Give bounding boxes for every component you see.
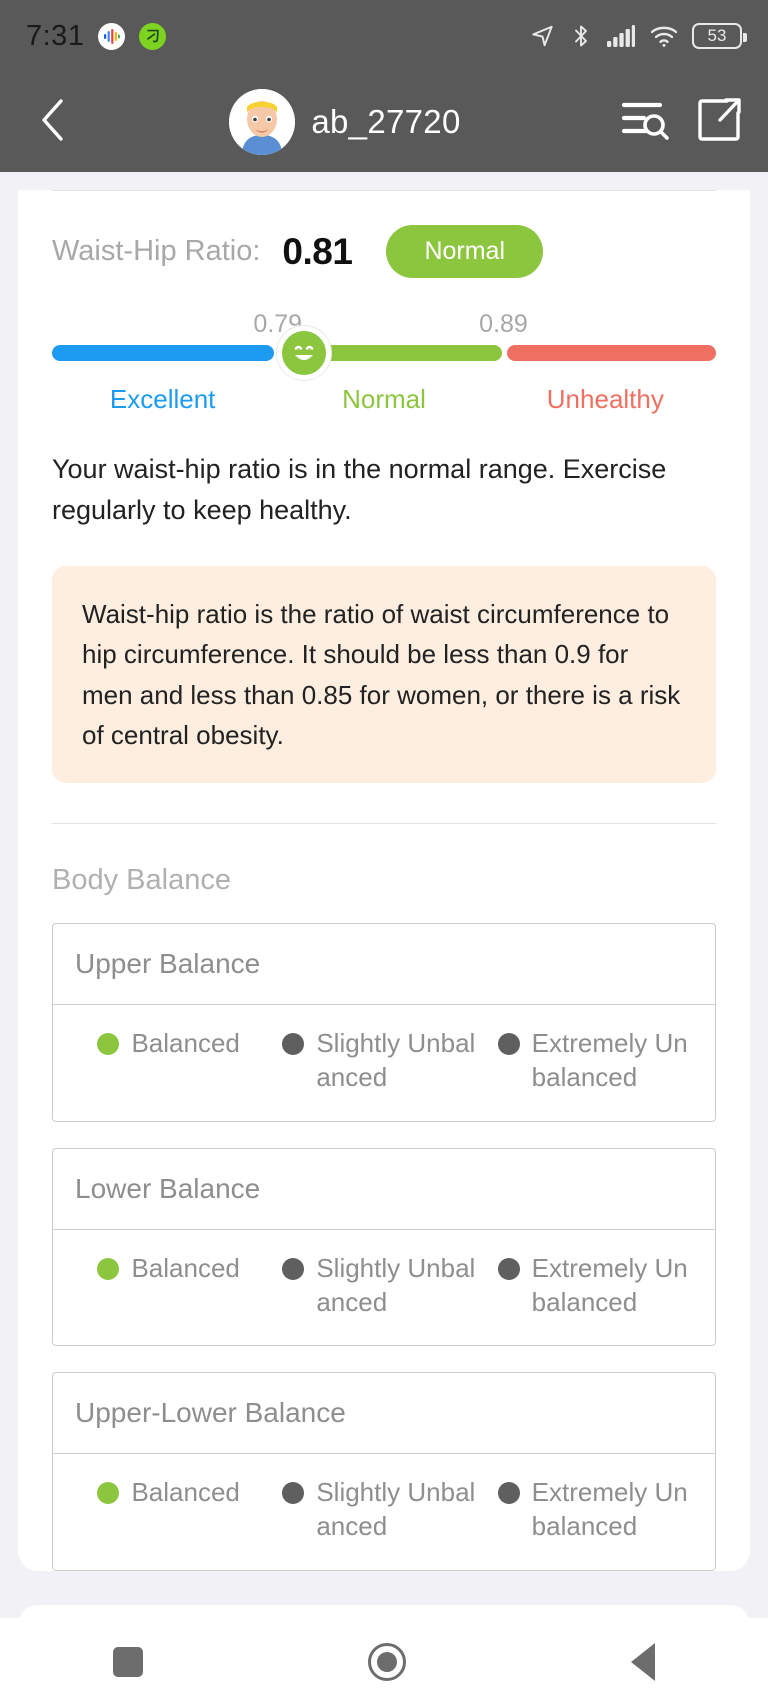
waist-hip-range-bar (52, 326, 716, 380)
balance-option-label: Balanced (131, 1477, 240, 1508)
balance-option[interactable]: Slightly Unbalanced (276, 1252, 491, 1320)
body-balance-section-title: Body Balance (52, 864, 231, 897)
app-header: ab_27720 (0, 72, 768, 172)
waist-hip-label: Waist-Hip Ratio: (52, 235, 261, 267)
balance-card-title: Upper Balance (53, 924, 715, 1006)
balance-option-label: Slightly Unbalanced (316, 1252, 476, 1317)
filter-search-icon[interactable] (620, 97, 670, 148)
status-bar-clock: 7:31 (26, 19, 85, 52)
balance-option[interactable]: Balanced (61, 1027, 276, 1095)
triangle-back-icon[interactable] (631, 1643, 656, 1681)
cellular-signal-icon (606, 23, 636, 49)
balance-option[interactable]: Balanced (61, 1252, 276, 1320)
balance-card-upper-lower: Upper-Lower Balance Balanced Slightly Un… (52, 1372, 716, 1571)
range-high-value: 0.89 (479, 310, 528, 338)
balance-option[interactable]: Extremely Unbalanced (492, 1252, 707, 1320)
wise-icon: 刁 (139, 22, 167, 50)
balance-option[interactable]: Balanced (61, 1476, 276, 1544)
waist-hip-zone-labels: Excellent Normal Unhealthy (52, 384, 716, 415)
waist-hip-header: Waist-Hip Ratio: 0.81 Normal (52, 191, 716, 278)
status-dot-icon (497, 1033, 520, 1056)
status-dot-icon (282, 1033, 305, 1056)
balance-option-label: Extremely Unbalanced (531, 1477, 688, 1542)
balance-option-label: Slightly Unbalanced (316, 1477, 476, 1542)
waist-hip-card: Waist-Hip Ratio: 0.81 Normal 0.79 0.89 E… (18, 190, 750, 1571)
waist-hip-status-badge: Normal (386, 225, 544, 278)
waist-hip-description: Your waist-hip ratio is in the normal ra… (52, 454, 667, 525)
section-divider (52, 823, 716, 825)
range-segment-unhealthy (506, 345, 716, 361)
balance-option-label: Extremely Unbalanced (531, 1252, 688, 1317)
waist-hip-value: 0.81 (282, 230, 353, 272)
battery-indicator: 53 (692, 23, 747, 49)
zone-label-normal: Normal (342, 384, 426, 414)
status-bar-left: 7:31 刁 (26, 19, 167, 53)
balance-option-label: Extremely Unbalanced (531, 1028, 688, 1092)
edit-compose-icon[interactable] (696, 96, 742, 149)
status-bar-right: 53 (530, 23, 747, 49)
wifi-icon (649, 23, 679, 49)
balance-options: Balanced Slightly Unbalanced Extremely U… (53, 1005, 715, 1121)
header-actions (620, 96, 742, 149)
balance-option-label: Slightly Unbalanced (316, 1028, 476, 1092)
zone-label-excellent: Excellent (109, 384, 216, 414)
range-segment-excellent (52, 345, 275, 361)
battery-level-text: 53 (707, 26, 727, 45)
status-dot-selected-icon (97, 1257, 120, 1280)
balance-option-label: Balanced (131, 1252, 240, 1283)
balance-options: Balanced Slightly Unbalanced Extremely U… (53, 1454, 715, 1570)
status-dot-selected-icon (97, 1482, 120, 1505)
status-dot-icon (497, 1482, 520, 1505)
chevron-left-icon (34, 96, 72, 149)
circle-home-icon[interactable] (367, 1643, 406, 1681)
balance-option[interactable]: Extremely Unbalanced (492, 1476, 707, 1544)
status-dot-selected-icon (97, 1033, 120, 1056)
android-nav-bar (0, 1618, 768, 1706)
balance-card-upper: Upper Balance Balanced Slightly Unbalanc… (52, 923, 716, 1122)
balance-card-lower: Lower Balance Balanced Slightly Unbalanc… (52, 1147, 716, 1347)
balance-option[interactable]: Slightly Unbalanced (276, 1476, 491, 1544)
balance-card-title: Lower Balance (53, 1149, 715, 1230)
balance-card-title: Upper-Lower Balance (53, 1373, 715, 1455)
status-dot-icon (282, 1257, 305, 1280)
scroll-container[interactable]: Waist-Hip Ratio: 0.81 Normal 0.79 0.89 E… (0, 172, 768, 1706)
header-identity[interactable]: ab_27720 (70, 89, 620, 155)
balance-options: Balanced Slightly Unbalanced Extremely U… (53, 1230, 715, 1346)
zone-label-unhealthy: Unhealthy (546, 384, 664, 414)
status-bar: 7:31 刁 53 (0, 0, 768, 72)
page-title: ab_27720 (311, 103, 461, 140)
status-dot-icon (282, 1482, 305, 1505)
square-recents-icon[interactable] (112, 1647, 143, 1677)
balance-option[interactable]: Slightly Unbalanced (276, 1027, 491, 1095)
google-podcasts-icon (98, 22, 126, 50)
balance-option-label: Balanced (131, 1028, 240, 1059)
bluetooth-icon (569, 23, 593, 49)
waist-hip-info-box: Waist-hip ratio is the ratio of waist ci… (52, 566, 716, 784)
waist-hip-range: 0.79 0.89 Excellent Normal Unhealthy (52, 310, 716, 415)
avatar (229, 89, 296, 155)
location-arrow-icon (530, 23, 556, 49)
status-dot-icon (497, 1257, 520, 1280)
waist-hip-range-numbers: 0.79 0.89 (52, 310, 716, 344)
balance-option[interactable]: Extremely Unbalanced (492, 1027, 707, 1095)
waist-hip-marker-face-icon (277, 326, 332, 380)
